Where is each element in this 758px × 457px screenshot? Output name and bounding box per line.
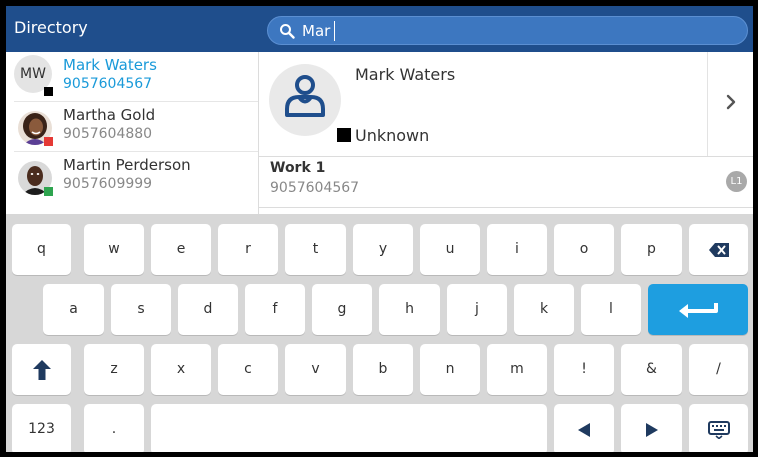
presence-indicator: [44, 137, 53, 146]
key-o[interactable]: o: [554, 224, 614, 275]
key-j[interactable]: j: [447, 284, 507, 335]
keyboard-icon: [707, 420, 730, 439]
key-w[interactable]: w: [84, 224, 144, 275]
cursor-left-key[interactable]: [554, 404, 614, 452]
person-icon: [285, 75, 325, 117]
cursor-right-key[interactable]: [621, 404, 682, 452]
contact-detail: Mark Waters Unknown Work 1 9057604567 L1: [259, 52, 753, 214]
key-z[interactable]: z: [84, 344, 144, 395]
presence-indicator: [337, 128, 351, 142]
contact-item[interactable]: Martin Perderson 9057609999: [6, 152, 258, 202]
number-label: Work 1: [270, 160, 326, 176]
search-input[interactable]: Mar: [267, 16, 748, 45]
key-b[interactable]: b: [353, 344, 413, 395]
divider: [259, 207, 753, 208]
divider: [707, 52, 708, 156]
key-q[interactable]: q: [12, 224, 71, 275]
key-x[interactable]: x: [151, 344, 211, 395]
contact-name: Mark Waters: [63, 56, 157, 74]
key-t[interactable]: t: [285, 224, 346, 275]
key-s[interactable]: s: [111, 284, 171, 335]
contact-name: Martin Perderson: [63, 156, 191, 174]
key-v[interactable]: v: [285, 344, 346, 395]
backspace-icon: [708, 242, 729, 257]
directory-screen: Directory Mar MW Mark Waters 9057604567: [6, 6, 753, 452]
key-exclamation[interactable]: !: [554, 344, 614, 395]
key-ampersand[interactable]: &: [621, 344, 682, 395]
key-k[interactable]: k: [514, 284, 574, 335]
key-h[interactable]: h: [379, 284, 440, 335]
search-query: Mar: [302, 22, 331, 40]
enter-key[interactable]: [648, 284, 748, 335]
contact-list[interactable]: MW Mark Waters 9057604567 Martha Gold 90…: [6, 52, 258, 210]
key-g[interactable]: g: [312, 284, 372, 335]
hide-keyboard-key[interactable]: [689, 404, 748, 452]
key-period[interactable]: .: [84, 404, 144, 452]
contact-name: Mark Waters: [355, 65, 456, 84]
space-key[interactable]: [151, 404, 547, 452]
key-l[interactable]: l: [581, 284, 641, 335]
key-f[interactable]: f: [245, 284, 305, 335]
contact-number: 9057604567: [63, 76, 153, 92]
enter-icon: [679, 302, 718, 318]
key-slash[interactable]: /: [689, 344, 748, 395]
contact-item[interactable]: MW Mark Waters 9057604567: [6, 52, 258, 102]
text-cursor: [334, 21, 335, 41]
header-bar: Directory Mar: [6, 6, 753, 52]
presence-indicator: [44, 87, 53, 96]
chevron-right-icon[interactable]: [721, 90, 741, 114]
arrow-right-icon: [645, 422, 658, 437]
phone-number[interactable]: 9057604567: [270, 180, 359, 196]
key-u[interactable]: u: [420, 224, 480, 275]
contact-avatar: [269, 64, 341, 136]
key-r[interactable]: r: [218, 224, 278, 275]
search-icon: [280, 24, 295, 39]
contact-name: Martha Gold: [63, 106, 156, 124]
key-p[interactable]: p: [621, 224, 682, 275]
key-i[interactable]: i: [487, 224, 547, 275]
key-m[interactable]: m: [487, 344, 547, 395]
on-screen-keyboard: q w e r t y u i o p a s d f g h j k l z …: [6, 214, 753, 452]
numbers-key[interactable]: 123: [12, 404, 71, 452]
shift-key[interactable]: [12, 344, 71, 395]
backspace-key[interactable]: [689, 224, 748, 275]
key-y[interactable]: y: [353, 224, 413, 275]
divider: [259, 156, 753, 157]
key-a[interactable]: a: [43, 284, 104, 335]
presence-status: Unknown: [355, 126, 430, 145]
key-n[interactable]: n: [420, 344, 480, 395]
contact-item[interactable]: Martha Gold 9057604880: [6, 102, 258, 152]
arrow-left-icon: [578, 422, 590, 437]
shift-arrow-icon: [32, 359, 51, 380]
line-badge: L1: [726, 171, 747, 192]
contact-number: 9057604880: [63, 126, 153, 142]
presence-indicator: [44, 187, 53, 196]
page-title: Directory: [14, 18, 88, 37]
key-c[interactable]: c: [218, 344, 278, 395]
key-e[interactable]: e: [151, 224, 211, 275]
contact-number: 9057609999: [63, 176, 153, 192]
key-d[interactable]: d: [178, 284, 238, 335]
